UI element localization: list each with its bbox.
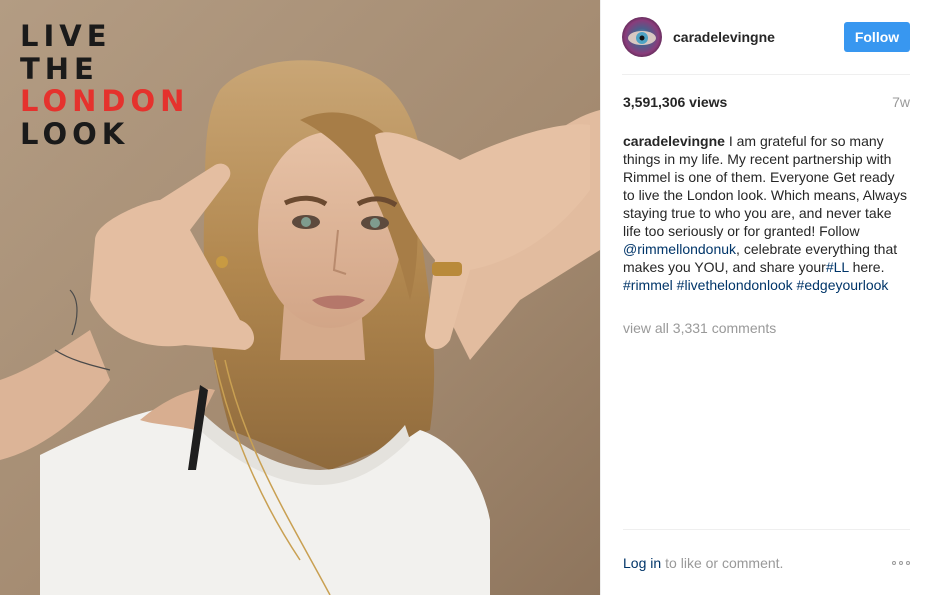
- post-footer: Log in to like or comment.: [623, 529, 910, 596]
- post-stats: 3,591,306 views 7w: [623, 94, 910, 110]
- post-side-panel: caradelevingne Follow 3,591,306 views 7w…: [600, 0, 931, 595]
- avatar-eye-icon: [622, 17, 662, 57]
- hashtag-link[interactable]: #rimmel: [623, 277, 673, 293]
- hashtag-link[interactable]: #edgeyourlook: [797, 277, 889, 293]
- follow-button[interactable]: Follow: [844, 22, 910, 52]
- view-count: 3,591,306 views: [623, 94, 728, 110]
- login-link[interactable]: Log in: [623, 555, 661, 571]
- instagram-post: LIVE THE LONDON LOOK caradelevingne Foll…: [0, 0, 931, 595]
- caption-text: here.: [848, 259, 885, 275]
- overlay-line-look: LOOK: [20, 116, 130, 151]
- username-link[interactable]: caradelevingne: [673, 29, 775, 45]
- post-header: caradelevingne Follow: [622, 0, 910, 75]
- overlay-line-live: LIVE: [20, 19, 112, 53]
- hashtag-link[interactable]: #livethelondonlook: [677, 277, 793, 293]
- avatar[interactable]: [622, 17, 662, 57]
- overlay-line-london: LONDON: [20, 84, 190, 118]
- hashtag-link[interactable]: #LL: [826, 259, 849, 275]
- post-timestamp[interactable]: 7w: [892, 94, 910, 110]
- post-photo[interactable]: LIVE THE LONDON LOOK: [0, 0, 600, 595]
- post-caption: caradelevingne I am grateful for so many…: [623, 132, 910, 294]
- caption-author-link[interactable]: caradelevingne: [623, 133, 725, 149]
- mention-link[interactable]: @rimmellondonuk: [623, 241, 736, 257]
- view-all-comments-link[interactable]: view all 3,331 comments: [623, 320, 776, 336]
- login-prompt-text: to like or comment.: [665, 555, 784, 571]
- brand-overlay-text: LIVE THE LONDON LOOK: [20, 20, 189, 150]
- overlay-line-the: THE: [20, 51, 99, 86]
- more-options-icon[interactable]: [892, 557, 910, 569]
